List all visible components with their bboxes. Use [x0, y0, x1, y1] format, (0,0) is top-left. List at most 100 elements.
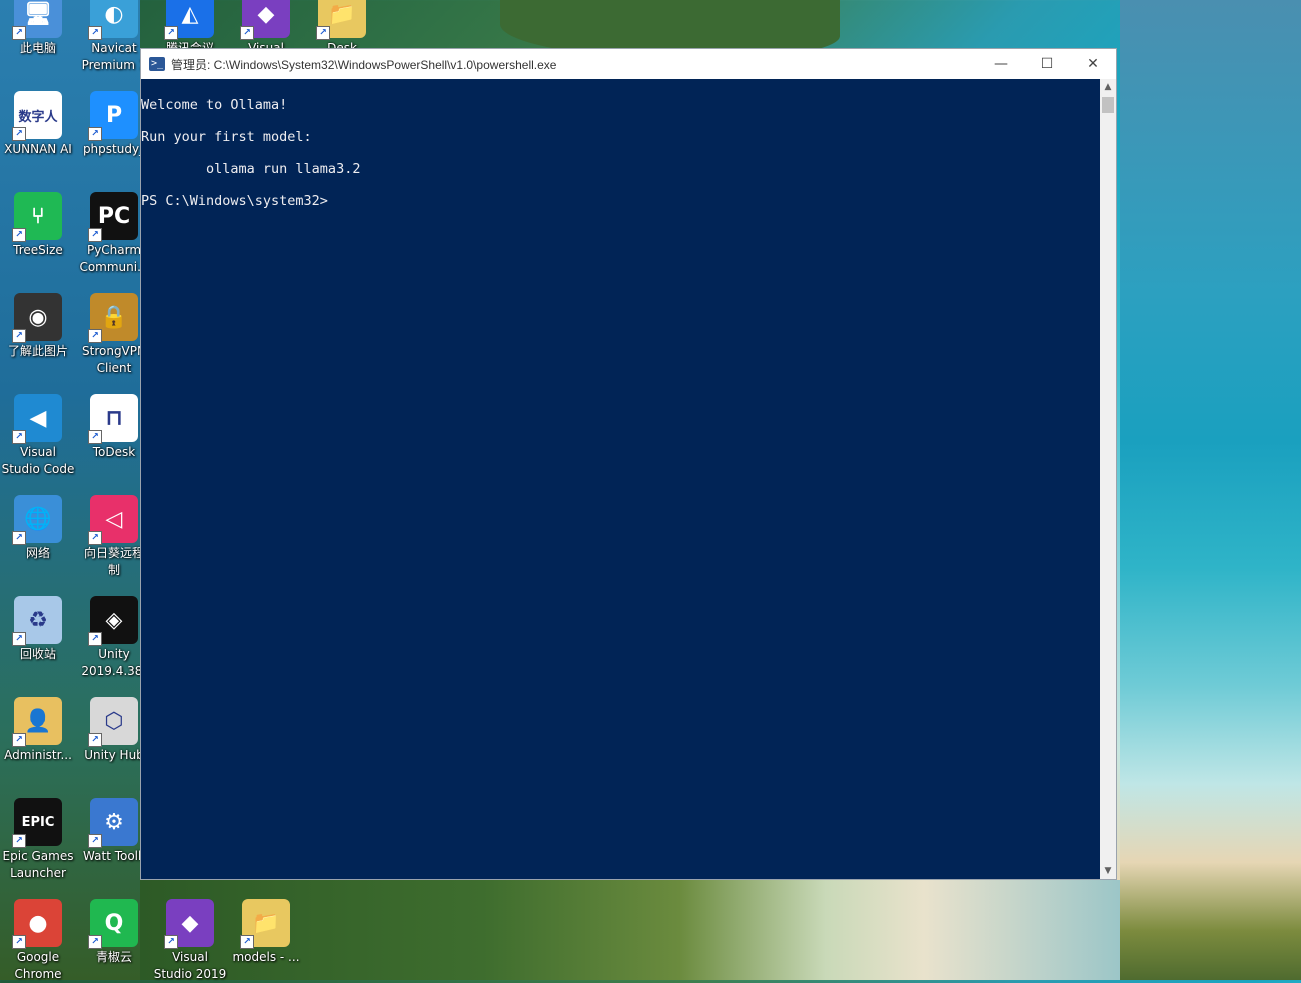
- tencent-meeting-icon: ◭ ↗: [164, 0, 214, 40]
- icon-glyph: 🖥: [24, 1, 52, 27]
- scroll-up-icon[interactable]: ▲: [1100, 79, 1116, 95]
- shortcut-arrow-icon: ↗: [88, 632, 102, 646]
- powershell-icon: >_: [149, 57, 165, 71]
- desktop-shortcut-label: Google Chrome: [14, 950, 62, 981]
- shortcut-arrow-icon: ↗: [164, 935, 178, 949]
- visual-studio-icon: ◆ ↗: [164, 899, 214, 949]
- desktop-shortcut[interactable]: ⑂ ↗ TreeSize: [0, 192, 76, 259]
- desktop-shortcut-label: TreeSize: [13, 243, 63, 257]
- icon-glyph: Q: [104, 910, 124, 936]
- chrome-icon: ● ↗: [12, 899, 62, 949]
- shortcut-arrow-icon: ↗: [88, 329, 102, 343]
- desktop-shortcut-label: models - ...: [232, 950, 300, 964]
- shortcut-arrow-icon: ↗: [316, 26, 330, 40]
- desktop-shortcut-label: 网络: [25, 546, 50, 560]
- vertical-scrollbar[interactable]: ▲ ▼: [1100, 79, 1116, 879]
- desktop-shortcut[interactable]: 🖥 ↗ 此电脑: [0, 0, 76, 57]
- desktop-shortcut[interactable]: Q ↗ 青椒云: [76, 899, 152, 966]
- wallpaper-right: [1120, 0, 1301, 980]
- shortcut-arrow-icon: ↗: [12, 127, 26, 141]
- desktop-shortcut[interactable]: ◀ ↗ Visual Studio Code: [0, 394, 76, 478]
- shortcut-arrow-icon: ↗: [88, 228, 102, 242]
- shortcut-arrow-icon: ↗: [12, 632, 26, 646]
- camera-icon: ◉ ↗: [12, 293, 62, 343]
- icon-glyph: 📁: [328, 1, 356, 27]
- network-icon: 🌐 ↗: [12, 495, 62, 545]
- desktop-shortcut[interactable]: ◆ ↗ Visual Studio 2019: [152, 899, 228, 983]
- scroll-thumb[interactable]: [1102, 97, 1114, 113]
- minimize-button[interactable]: —: [978, 49, 1024, 79]
- shortcut-arrow-icon: ↗: [88, 834, 102, 848]
- icon-glyph: 🌐: [24, 506, 52, 532]
- shortcut-arrow-icon: ↗: [12, 834, 26, 848]
- window-controls: — ☐ ✕: [978, 49, 1116, 79]
- icon-glyph: PC: [97, 203, 131, 229]
- shortcut-arrow-icon: ↗: [88, 430, 102, 444]
- title-bar[interactable]: >_ 管理员: C:\Windows\System32\WindowsPower…: [141, 49, 1116, 79]
- icon-glyph: ◁: [105, 506, 123, 532]
- maximize-button[interactable]: ☐: [1024, 49, 1070, 79]
- shortcut-arrow-icon: ↗: [12, 531, 26, 545]
- icon-glyph: ◭: [181, 1, 199, 27]
- desktop-shortcut[interactable]: 📁 ↗ models - ...: [228, 899, 304, 966]
- desktop-shortcut[interactable]: ♻ ↗ 回收站: [0, 596, 76, 663]
- desktop-shortcut[interactable]: 👤 ↗ Administr...: [0, 697, 76, 764]
- watt-toolkit-icon: ⚙ ↗: [88, 798, 138, 848]
- desktop-shortcut[interactable]: 🌐 ↗ 网络: [0, 495, 76, 562]
- icon-glyph: ⬡: [104, 708, 124, 734]
- window-title: 管理员: C:\Windows\System32\WindowsPowerShe…: [171, 57, 557, 72]
- shortcut-arrow-icon: ↗: [88, 935, 102, 949]
- desktop-shortcut-label: Administr...: [4, 748, 72, 762]
- scroll-down-icon[interactable]: ▼: [1100, 863, 1116, 879]
- vscode-icon: ◀ ↗: [12, 394, 62, 444]
- todesk-icon: ⊓ ↗: [88, 394, 138, 444]
- desktop-shortcut[interactable]: ◉ ↗ 了解此图片: [0, 293, 76, 360]
- shortcut-arrow-icon: ↗: [164, 26, 178, 40]
- desktop-shortcut-label: 青椒云: [95, 950, 132, 964]
- shortcut-arrow-icon: ↗: [12, 26, 26, 40]
- icon-glyph: ◐: [104, 1, 124, 27]
- shortcut-arrow-icon: ↗: [88, 26, 102, 40]
- icon-glyph: 📁: [252, 910, 280, 936]
- console-prompt: PS C:\Windows\system32>: [141, 193, 328, 209]
- desktop-shortcut-label: Visual Studio Code: [1, 445, 75, 476]
- icon-glyph: ◀: [29, 405, 47, 431]
- shortcut-arrow-icon: ↗: [240, 935, 254, 949]
- icon-glyph: P: [105, 102, 123, 128]
- sunflower-icon: ◁ ↗: [88, 495, 138, 545]
- shortcut-arrow-icon: ↗: [88, 531, 102, 545]
- shortcut-arrow-icon: ↗: [12, 733, 26, 747]
- pycharm-icon: PC ↗: [88, 192, 138, 242]
- user-folder-icon: 👤 ↗: [12, 697, 62, 747]
- desktop-shortcut[interactable]: EPIC ↗ Epic Games Launcher: [0, 798, 76, 882]
- phpstudy-icon: P ↗: [88, 91, 138, 141]
- close-button[interactable]: ✕: [1070, 49, 1116, 79]
- desktop-shortcut-label: 了解此图片: [7, 344, 68, 358]
- recycle-bin-icon: ♻ ↗: [12, 596, 62, 646]
- icon-glyph: ◆: [181, 910, 199, 936]
- icon-glyph: ⊓: [105, 405, 123, 431]
- console-output[interactable]: Welcome to Ollama! Run your first model:…: [141, 79, 1101, 879]
- treesize-icon: ⑂ ↗: [12, 192, 62, 242]
- epic-games-icon: EPIC ↗: [12, 798, 62, 848]
- icon-glyph: ⑂: [31, 203, 45, 229]
- unity-icon: ◈ ↗: [88, 596, 138, 646]
- shortcut-arrow-icon: ↗: [88, 733, 102, 747]
- desktop-shortcut[interactable]: ● ↗ Google Chrome: [0, 899, 76, 983]
- console-line: ollama run llama3.2: [141, 161, 361, 177]
- desktop-shortcut[interactable]: 数字人 ↗ XUNNAN AI: [0, 91, 76, 158]
- icon-glyph: EPIC: [21, 814, 55, 830]
- icon-glyph: ●: [28, 910, 48, 936]
- qingjiao-icon: Q ↗: [88, 899, 138, 949]
- shortcut-arrow-icon: ↗: [12, 228, 26, 242]
- desktop-shortcut-label: Epic Games Launcher: [2, 849, 74, 880]
- powershell-window: >_ 管理员: C:\Windows\System32\WindowsPower…: [140, 48, 1117, 880]
- computer-icon: 🖥 ↗: [12, 0, 62, 40]
- icon-glyph: 🔒: [100, 304, 128, 330]
- shortcut-arrow-icon: ↗: [12, 430, 26, 444]
- desktop-shortcut-label: XUNNAN AI: [4, 142, 72, 156]
- icon-glyph: ♻: [28, 607, 48, 633]
- desktop-shortcut-label: Visual Studio 2019: [153, 950, 227, 981]
- visual-studio-installer-icon: ◆ ↗: [240, 0, 290, 40]
- desktop-shortcut-label: 此电脑: [19, 41, 56, 55]
